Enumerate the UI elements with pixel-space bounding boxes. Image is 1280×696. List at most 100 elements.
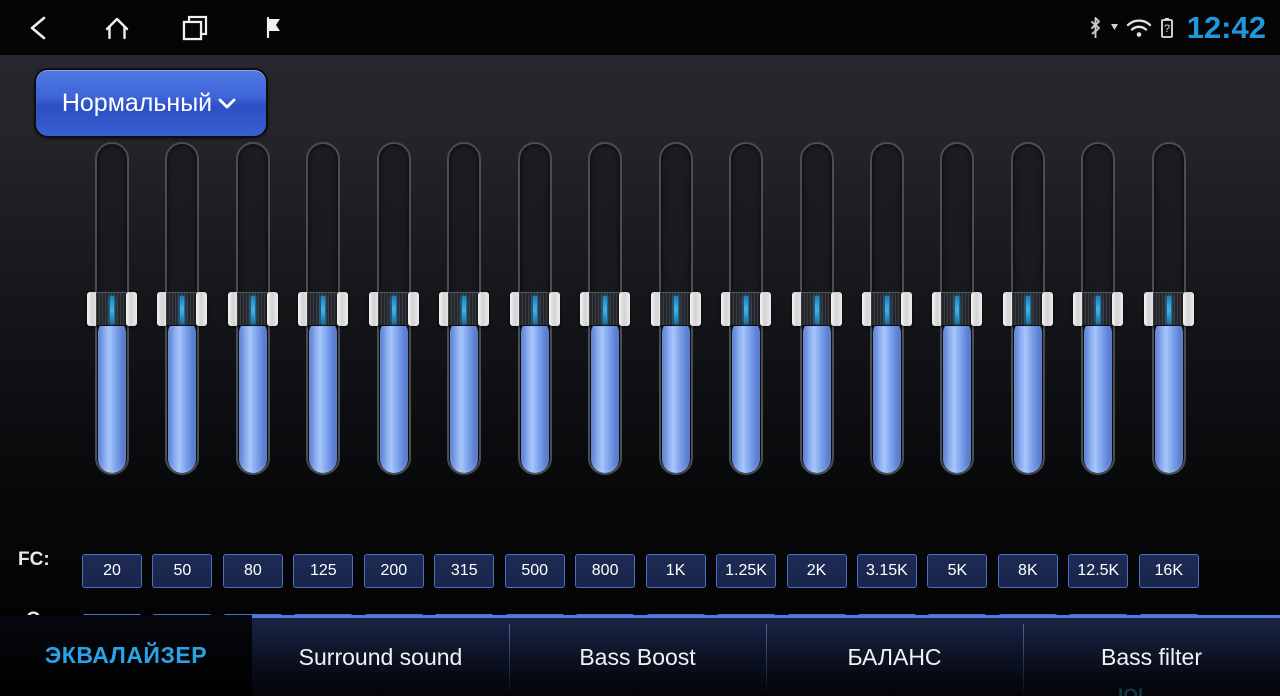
band-slider[interactable] bbox=[298, 142, 349, 475]
slider-thumb[interactable] bbox=[1073, 291, 1124, 326]
fc-value-cell[interactable]: 125 bbox=[293, 554, 354, 588]
equalizer-screen: ? 12:42 Нормальный FC: Q: 202,2502,2802,… bbox=[0, 0, 1280, 696]
band-slider[interactable] bbox=[1143, 142, 1194, 475]
slider-thumb-cap-right bbox=[619, 291, 631, 326]
tab-item-2[interactable]: Bass Boost bbox=[509, 615, 766, 696]
slider-thumb[interactable] bbox=[509, 291, 560, 326]
band-slider[interactable] bbox=[1002, 142, 1053, 475]
svg-text:?: ? bbox=[1164, 23, 1170, 35]
slider-thumb-cap-right bbox=[1182, 291, 1194, 326]
tab-item-4[interactable]: Bass filter bbox=[1023, 615, 1280, 696]
band-slider[interactable] bbox=[368, 142, 419, 475]
slider-thumb-grip bbox=[730, 291, 763, 326]
slider-thumb[interactable] bbox=[650, 291, 701, 326]
slider-fill bbox=[591, 318, 620, 473]
slider-thumb-cap-right bbox=[337, 291, 349, 326]
band-slider[interactable] bbox=[227, 142, 278, 475]
slider-thumb[interactable] bbox=[721, 291, 772, 326]
tab-item-1[interactable]: Surround sound bbox=[252, 615, 509, 696]
slider-thumb-cap-right bbox=[760, 291, 772, 326]
slider-thumb-cap-right bbox=[900, 291, 912, 326]
status-bar: ? 12:42 bbox=[0, 0, 1280, 55]
slider-fill bbox=[943, 318, 972, 473]
slider-fill bbox=[661, 318, 690, 473]
slider-thumb-grip bbox=[800, 291, 833, 326]
back-icon[interactable] bbox=[0, 0, 78, 55]
slider-fill bbox=[379, 318, 408, 473]
slider-thumb-grip bbox=[1082, 291, 1115, 326]
recents-icon[interactable] bbox=[156, 0, 234, 55]
fc-value-cell[interactable]: 12.5K bbox=[1068, 554, 1129, 588]
slider-thumb-grip bbox=[518, 291, 551, 326]
fc-value-cell[interactable]: 1.25K bbox=[716, 554, 777, 588]
slider-thumb-cap-right bbox=[548, 291, 560, 326]
tab-equalizer[interactable]: ЭКВАЛАЙЗЕР bbox=[0, 615, 252, 696]
fc-value-cell[interactable]: 200 bbox=[363, 554, 424, 588]
slider-fill bbox=[1154, 318, 1183, 473]
slider-thumb[interactable] bbox=[227, 291, 278, 326]
slider-thumb[interactable] bbox=[157, 291, 208, 326]
fc-value-cell[interactable]: 80 bbox=[222, 554, 283, 588]
slider-thumb-grip bbox=[307, 291, 340, 326]
system-status-icons: ? 12:42 bbox=[1087, 0, 1266, 55]
band-slider[interactable] bbox=[157, 142, 208, 475]
slider-thumb[interactable] bbox=[87, 291, 137, 326]
band-slider[interactable] bbox=[1073, 142, 1124, 475]
slider-thumb-grip bbox=[236, 291, 269, 326]
tab-item-3[interactable]: БАЛАНС bbox=[766, 615, 1023, 696]
slider-thumb[interactable] bbox=[1143, 291, 1194, 326]
flag-icon[interactable] bbox=[234, 0, 312, 55]
slider-thumb[interactable] bbox=[439, 291, 490, 326]
slider-thumb-grip bbox=[1011, 291, 1044, 326]
tab-bar: ЭКВАЛАЙЗЕР Surround sound Bass Boost БАЛАНС… bbox=[0, 615, 1280, 696]
band-slider[interactable] bbox=[439, 142, 490, 475]
band-slider[interactable] bbox=[87, 142, 137, 475]
slider-thumb-grip bbox=[941, 291, 974, 326]
slider-fill bbox=[238, 318, 267, 473]
slider-thumb[interactable] bbox=[791, 291, 842, 326]
band-slider[interactable] bbox=[509, 142, 560, 475]
bluetooth-icon bbox=[1087, 15, 1104, 41]
fc-value-cell[interactable]: 800 bbox=[575, 554, 636, 588]
fc-value-cell[interactable]: 20 bbox=[82, 554, 142, 588]
slider-thumb[interactable] bbox=[298, 291, 349, 326]
slider-fill bbox=[450, 318, 479, 473]
fc-value-cell[interactable]: 3.15K bbox=[856, 554, 917, 588]
slider-thumb-cap-right bbox=[1041, 291, 1053, 326]
fc-value-cell[interactable]: 1K bbox=[645, 554, 706, 588]
band-slider[interactable] bbox=[721, 142, 772, 475]
slider-thumb-cap-right bbox=[689, 291, 701, 326]
band-slider[interactable] bbox=[650, 142, 701, 475]
slider-thumb[interactable] bbox=[932, 291, 983, 326]
slider-fill bbox=[168, 318, 197, 473]
fc-value-cell[interactable]: 8K bbox=[997, 554, 1058, 588]
slider-thumb[interactable] bbox=[580, 291, 631, 326]
equalizer-panel: Нормальный FC: Q: 202,2502,2802,21252,22… bbox=[0, 55, 1280, 648]
slider-thumb-grip bbox=[589, 291, 622, 326]
band-slider[interactable] bbox=[791, 142, 842, 475]
navigation-bar bbox=[0, 0, 312, 55]
slider-thumb-grip bbox=[1152, 291, 1185, 326]
band-slider[interactable] bbox=[861, 142, 912, 475]
band-slider[interactable] bbox=[932, 142, 983, 475]
fc-value-cell[interactable]: 500 bbox=[504, 554, 565, 588]
home-icon[interactable] bbox=[78, 0, 156, 55]
fc-row-label: FC: bbox=[18, 549, 50, 570]
fc-value-cell[interactable]: 2K bbox=[786, 554, 847, 588]
fc-value-cell[interactable]: 5K bbox=[927, 554, 988, 588]
slider-thumb-cap-right bbox=[126, 291, 137, 326]
slider-fill bbox=[802, 318, 831, 473]
slider-fill bbox=[732, 318, 761, 473]
fc-value-cell[interactable]: 315 bbox=[434, 554, 495, 588]
slider-thumb-grip bbox=[377, 291, 410, 326]
band-slider[interactable] bbox=[580, 142, 631, 475]
slider-thumb-cap-right bbox=[196, 291, 208, 326]
slider-thumb-cap-right bbox=[407, 291, 419, 326]
slider-thumb[interactable] bbox=[861, 291, 912, 326]
slider-thumb[interactable] bbox=[1002, 291, 1053, 326]
band-sliders bbox=[0, 55, 1280, 495]
slider-fill bbox=[1013, 318, 1042, 473]
slider-thumb[interactable] bbox=[368, 291, 419, 326]
fc-value-cell[interactable]: 16K bbox=[1138, 554, 1199, 588]
fc-value-cell[interactable]: 50 bbox=[152, 554, 213, 588]
